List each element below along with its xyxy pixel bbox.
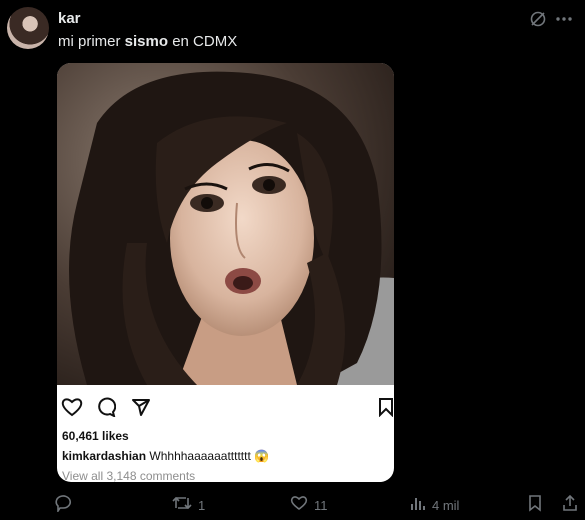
bookmark-icon <box>528 494 542 518</box>
views-count: 4 mil <box>432 498 460 513</box>
post-text-before: mi primer <box>58 33 125 50</box>
ig-caption: kimkardashian Whhhhaaaaaattttttt 😱 <box>62 449 269 463</box>
post-text-bold: sismo <box>124 33 169 50</box>
share-button[interactable] <box>562 494 578 518</box>
ig-caption-emoji: 😱 <box>254 449 270 463</box>
username[interactable]: kar <box>58 10 81 27</box>
repost-count: 1 <box>198 498 206 513</box>
share-icon[interactable] <box>131 397 151 422</box>
reply-button[interactable] <box>55 494 73 518</box>
embedded-image-card[interactable]: 60,461 likes kimkardashian Whhhhaaaaaatt… <box>57 63 394 482</box>
like-button[interactable]: 11 <box>290 496 328 516</box>
selfie-photo[interactable] <box>57 63 394 385</box>
repost-icon <box>172 494 192 518</box>
ig-caption-user: kimkardashian <box>62 449 147 463</box>
repost-button[interactable]: 1 <box>172 496 205 516</box>
views-button[interactable]: 4 mil <box>410 496 459 516</box>
comment-icon[interactable] <box>96 397 117 422</box>
heart-icon[interactable] <box>61 397 83 422</box>
post-text: mi primer sismo en CDMX <box>58 33 237 50</box>
grok-icon[interactable] <box>527 8 549 30</box>
ig-actions <box>57 397 394 419</box>
more-icon[interactable] <box>553 8 575 30</box>
bookmark-button[interactable] <box>528 494 542 518</box>
avatar[interactable] <box>7 7 49 49</box>
ig-view-all-comments: View all 3,148 comments <box>62 469 196 482</box>
share-icon <box>562 494 578 518</box>
action-bar: 1 11 4 mil <box>0 494 585 518</box>
reply-icon <box>55 494 73 518</box>
ig-likes-count: 60,461 likes <box>62 429 129 443</box>
views-icon <box>410 495 426 517</box>
like-count: 11 <box>314 498 328 513</box>
ig-caption-text: Whhhhaaaaaattttttt <box>149 449 251 463</box>
post-text-after: en CDMX <box>168 33 238 50</box>
like-icon <box>290 495 308 517</box>
bookmark-icon[interactable] <box>378 397 394 422</box>
